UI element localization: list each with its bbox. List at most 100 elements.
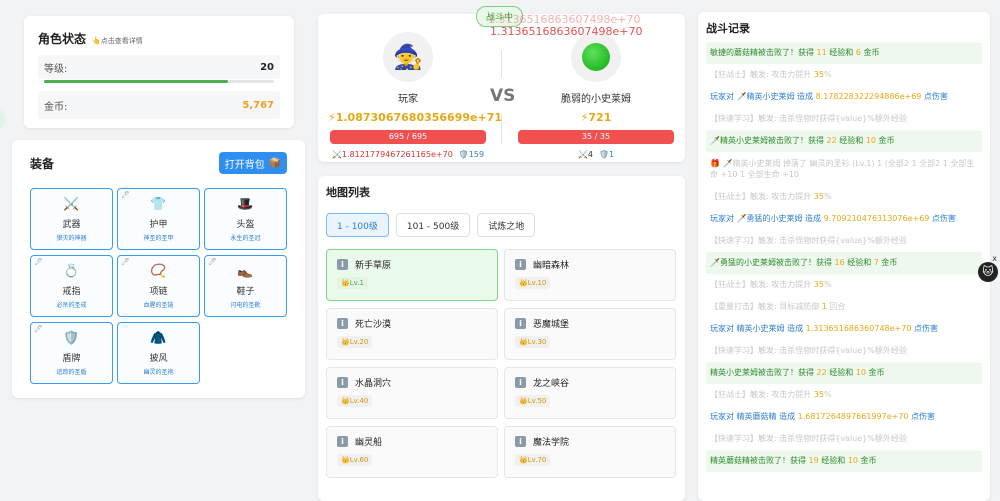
- log-text: 金币: [858, 456, 877, 465]
- map-item[interactable]: i 龙之峡谷 👑Lv.50: [504, 367, 676, 419]
- level-value: 20: [260, 61, 274, 73]
- equipment-title: 装备: [30, 156, 55, 171]
- equipment-slot[interactable]: 🖊 👕 护甲 神圣的圣甲: [117, 188, 200, 250]
- log-value: 22: [816, 368, 827, 377]
- info-icon: i: [337, 259, 348, 270]
- log-value: 35: [813, 192, 824, 201]
- equipment-item-name: 幽灵的圣袍: [143, 369, 174, 376]
- equipment-slot[interactable]: 🧥 披风 幽灵的圣袍: [117, 322, 200, 384]
- log-entry: 🗡️精英小史莱姆被击败了！获得 22 经验和 10 金币: [706, 130, 982, 152]
- map-level-badge: 👑Lv.1: [337, 277, 368, 289]
- player-hp-bar: 695 / 695: [330, 130, 486, 144]
- log-text: 经验和: [826, 368, 856, 377]
- map-tab[interactable]: 试炼之地: [477, 213, 536, 237]
- log-entry: 【狂战士】触发: 攻击力提升 35%: [706, 384, 982, 406]
- log-text: 玩家对 🗡️勇猛的小史莱姆 造成: [710, 214, 824, 223]
- enemy-name: 脆弱的小史莱姆: [561, 94, 631, 105]
- equipment-slot[interactable]: 🖊 👞 鞋子 闪电的圣靴: [204, 255, 287, 317]
- map-list-title: 地图列表: [326, 186, 370, 199]
- equipment-slot-name: 鞋子: [236, 287, 255, 297]
- edit-icon: 🖊: [121, 258, 130, 266]
- log-text: 🗡️精英小史莱姆被击败了！获得: [710, 136, 827, 145]
- equipment-slot[interactable]: 🖊 💍 戒指 必杀的圣戒: [30, 255, 113, 317]
- enemy-attack: ⚔️4: [577, 150, 593, 159]
- log-text: 点伤害: [921, 92, 948, 101]
- enemy-stats: ⚔️4 🛡️1: [516, 150, 676, 159]
- map-item[interactable]: i 魔法学院 👑Lv.70: [504, 426, 676, 478]
- edit-icon: 🖊: [208, 258, 217, 266]
- log-entry: 玩家对 精英小史莱姆 造成 1.313651686360748e+70 点伤害: [706, 318, 982, 340]
- map-item[interactable]: i 恶魔城堡 👑Lv.30: [504, 308, 676, 360]
- map-level-badge: 👑Lv.10: [515, 277, 551, 289]
- equipment-icon: ⚔️: [63, 197, 80, 212]
- map-level-badge: 👑Lv.60: [337, 454, 373, 466]
- status-hint[interactable]: 👆点击查看详情: [92, 36, 143, 46]
- battle-card: 战斗中 1.3136516863607498e+70 1.31365168636…: [318, 6, 685, 162]
- equipment-icon: 👕: [150, 197, 167, 212]
- map-item-header: i 龙之峡谷: [515, 376, 665, 389]
- log-entry: 玩家对 🗡️精英小史莱姆 造成 8.178228322294886e+69 点伤…: [706, 86, 982, 108]
- equipment-slot-name: 护甲: [149, 220, 168, 230]
- equipment-slot[interactable]: 🖊 📿 项链 血腥的圣链: [117, 255, 200, 317]
- log-text: 玩家对 精英小史莱姆 造成: [710, 324, 806, 333]
- log-text: %: [823, 70, 832, 79]
- battle-log-list: 敏捷的蘑菇精被击败了！获得 11 经验和 6 金币 【狂战士】触发: 攻击力提升 …: [706, 42, 982, 472]
- cat-avatar-icon[interactable]: 🐱: [978, 262, 998, 282]
- equipment-icon: 📿: [150, 264, 167, 279]
- map-name: 死亡沙漠: [355, 320, 392, 330]
- map-item[interactable]: i 死亡沙漠 👑Lv.20: [326, 308, 498, 360]
- map-name: 恶魔城堡: [533, 320, 570, 330]
- log-value: 10: [865, 136, 876, 145]
- equipment-item-name: 追踪的圣盾: [56, 369, 87, 376]
- equipment-slot[interactable]: 🖊 🛡️ 盾牌 追踪的圣盾: [30, 322, 113, 384]
- equipment-slot[interactable]: ⚔️ 武器 狼灭的神器: [30, 188, 113, 250]
- gold-value: 5,767: [242, 99, 274, 111]
- log-text: 玩家对 🗡️精英小史莱姆 造成: [710, 92, 816, 101]
- log-value: 10: [847, 456, 859, 465]
- equipment-slot-name: 头盔: [236, 220, 255, 230]
- equipment-icon: 🎩: [237, 197, 254, 212]
- equipment-item-name: 神圣的圣甲: [143, 235, 174, 242]
- info-icon: i: [337, 318, 348, 329]
- map-item[interactable]: i 幽暗森林 👑Lv.10: [504, 249, 676, 301]
- log-value: 1.313651686360748e+70: [805, 324, 912, 333]
- map-item[interactable]: i 新手草原 👑Lv.1: [326, 249, 498, 301]
- map-name: 龙之峡谷: [533, 379, 570, 389]
- log-text: 点伤害: [908, 412, 936, 421]
- character-status-card[interactable]: 角色状态 👆点击查看详情 等级: 20 金币: 5,767: [24, 16, 294, 128]
- equipment-slot[interactable]: 🎩 头盔 永生的圣冠: [204, 188, 287, 250]
- equipment-card: 装备 打开背包 📦 ⚔️ 武器 狼灭的神器 🖊 👕 护甲 神圣的圣甲 🎩 头盔 永生的圣冠 🖊 💍 戒指…: [12, 140, 305, 398]
- equipment-slot-name: 项链: [149, 287, 168, 297]
- map-level-badge: 👑Lv.30: [515, 336, 551, 348]
- close-icon[interactable]: x: [992, 254, 997, 263]
- log-text: 经验和: [836, 136, 866, 145]
- log-value: 1.6817264897661997e+70: [797, 412, 909, 421]
- log-value: 8.178228322294886e+69: [815, 92, 922, 101]
- log-text: 精英小史莱姆被击败了！获得: [710, 368, 817, 377]
- battle-log-card[interactable]: 战斗记录 敏捷的蘑菇精被击败了！获得 11 经验和 6 金币 【狂战士】触发: 攻…: [698, 12, 990, 501]
- level-progress-bar: [44, 80, 274, 83]
- enemy-power: ⚡721: [580, 111, 612, 124]
- equipment-item-name: 闪电的圣靴: [230, 302, 261, 309]
- map-name: 幽暗森林: [533, 261, 570, 271]
- log-text: %: [823, 280, 832, 289]
- equipment-item-name: 狼灭的神器: [56, 235, 87, 242]
- status-title: 角色状态: [38, 32, 87, 46]
- edit-icon: 🖊: [34, 258, 43, 266]
- open-bag-button[interactable]: 打开背包 📦: [219, 152, 287, 174]
- log-text: 金币: [866, 368, 885, 377]
- map-tab[interactable]: 101 - 500级: [395, 213, 471, 237]
- info-icon: i: [515, 377, 526, 388]
- left-edge-decoration: [0, 108, 6, 130]
- map-tab[interactable]: 1 - 100级: [326, 213, 389, 237]
- log-text: 回合: [826, 302, 846, 311]
- map-item[interactable]: i 幽灵船 👑Lv.60: [326, 426, 498, 478]
- log-text: %: [823, 192, 832, 201]
- map-item[interactable]: i 水晶洞穴 👑Lv.40: [326, 367, 498, 419]
- log-entry: 玩家对 精英蘑菇精 造成 1.6817264897661997e+70 点伤害: [706, 406, 982, 428]
- battle-log-title: 战斗记录: [706, 22, 750, 35]
- info-icon: i: [337, 436, 348, 447]
- log-entry: 🗡️勇猛的小史莱姆被击败了！获得 16 经验和 7 金币: [706, 252, 982, 274]
- player-defense: 🛡️159: [458, 150, 485, 159]
- equipment-grid: ⚔️ 武器 狼灭的神器 🖊 👕 护甲 神圣的圣甲 🎩 头盔 永生的圣冠 🖊 💍 戒指 必杀的圣戒 🖊 📿 项链血…: [30, 188, 287, 384]
